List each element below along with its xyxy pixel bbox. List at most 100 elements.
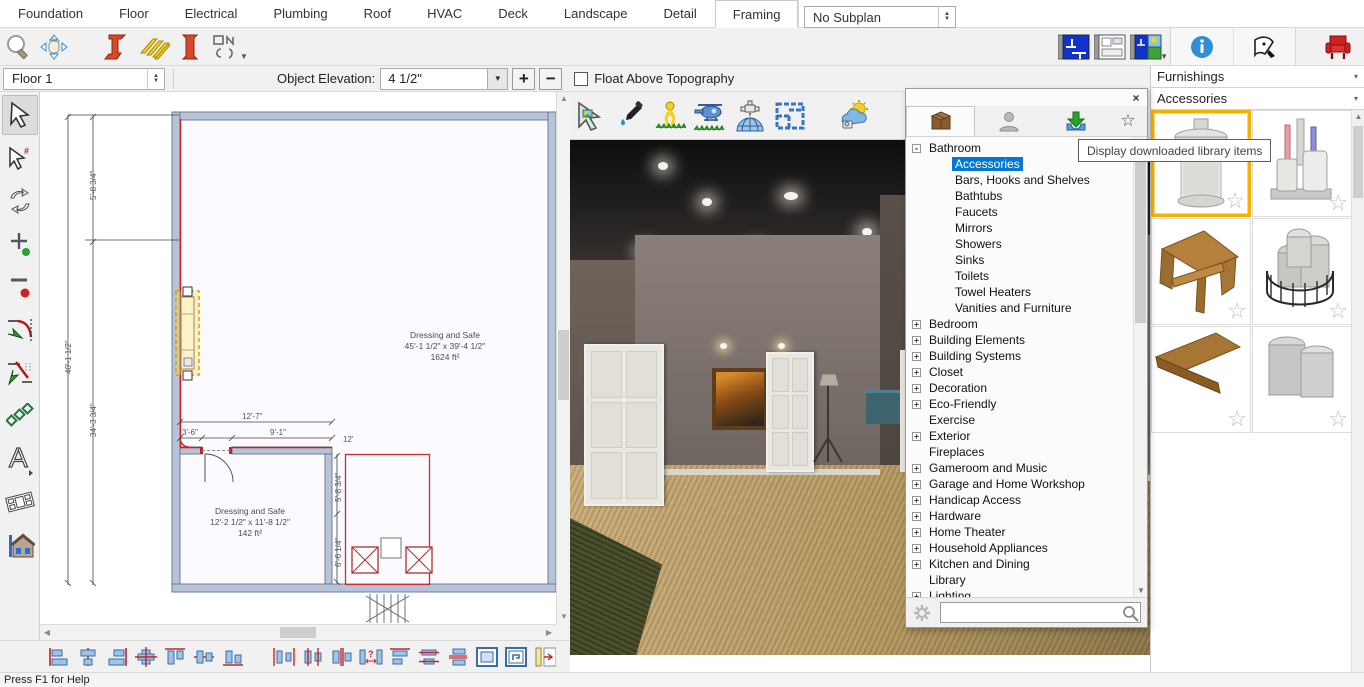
library-search-input[interactable]: [941, 604, 1120, 621]
library-tree-item[interactable]: + Home Theater: [910, 524, 1147, 540]
library-tree-item[interactable]: + Bedroom: [910, 316, 1147, 332]
library-tree-item[interactable]: + Lighting: [910, 588, 1147, 597]
floor-plan-view[interactable]: 40'-1 1/2" 5'-8 3/4" 34'-3 3/4" 12'-7" 3…: [40, 92, 556, 624]
menu-tab[interactable]: HVAC: [409, 0, 480, 27]
nested-box-frame-button[interactable]: [501, 644, 530, 670]
search-icon[interactable]: [1120, 604, 1140, 622]
align-bottom-edges-button[interactable]: [218, 644, 247, 670]
tree-expander-icon[interactable]: +: [912, 544, 921, 553]
break-line-button[interactable]: [2, 310, 38, 350]
library-tree-item[interactable]: + Gameroom and Music: [910, 460, 1147, 476]
tree-expander-icon[interactable]: +: [912, 560, 921, 569]
library-tree-item[interactable]: + Closet: [910, 364, 1147, 380]
align-right-edges-button[interactable]: [102, 644, 131, 670]
tree-expander-icon[interactable]: -: [912, 144, 921, 153]
library-tree-item[interactable]: + Hardware: [910, 508, 1147, 524]
space-centers-h-button[interactable]: [298, 644, 327, 670]
scroll-up-arrow[interactable]: ▲: [1352, 112, 1364, 121]
menu-tab[interactable]: Roof: [346, 0, 409, 27]
favorite-star-icon[interactable]: ☆: [1225, 188, 1245, 214]
tree-expander-icon[interactable]: +: [912, 512, 921, 521]
tab-downloaded-items[interactable]: [1042, 106, 1109, 136]
float-above-topography-checkbox[interactable]: [574, 72, 588, 86]
tree-expander-icon[interactable]: +: [912, 528, 921, 537]
tree-expander-icon[interactable]: +: [912, 480, 921, 489]
camera-elevation-button[interactable]: [2, 525, 38, 565]
library-tree-item[interactable]: Library: [910, 572, 1147, 588]
post-tool-button[interactable]: [172, 30, 208, 64]
tree-expander-icon[interactable]: +: [912, 496, 921, 505]
library-tree-item[interactable]: + Kitchen and Dining: [910, 556, 1147, 572]
library-tree-item[interactable]: Vanities and Furniture: [910, 300, 1147, 316]
floor-spinner[interactable]: ▲▼: [147, 69, 164, 89]
annotation-pen-button[interactable]: [1233, 29, 1295, 65]
tab-favorites[interactable]: ☆: [1109, 106, 1147, 136]
steel-beam-tool-button[interactable]: [100, 30, 136, 64]
align-left-edges-button[interactable]: [44, 644, 73, 670]
library-tree-item[interactable]: + Eco-Friendly: [910, 396, 1147, 412]
box-frame-button[interactable]: [472, 644, 501, 670]
library-tree-item[interactable]: + Building Systems: [910, 348, 1147, 364]
library-tree-item[interactable]: Faucets: [910, 204, 1147, 220]
tree-expander-icon[interactable]: +: [912, 592, 921, 598]
library-tree-item[interactable]: + Building Elements: [910, 332, 1147, 348]
match-spacing-query-button[interactable]: ?: [356, 644, 385, 670]
favorite-star-icon[interactable]: ☆: [1328, 190, 1348, 216]
align-both-centers-button[interactable]: [131, 644, 160, 670]
flyover-button[interactable]: [690, 94, 730, 138]
scroll-down-arrow[interactable]: ▼: [557, 610, 571, 624]
library-tree-item[interactable]: Towel Heaters: [910, 284, 1147, 300]
elevation-increase-button[interactable]: +: [512, 68, 535, 90]
perspective-view-button[interactable]: [1128, 30, 1164, 64]
subplan-select[interactable]: No Subplan ▲▼: [804, 6, 956, 28]
menu-tab[interactable]: Plumbing: [255, 0, 345, 27]
tab-core-catalogs[interactable]: [906, 106, 975, 136]
framing-shapes-tool-button[interactable]: [208, 30, 244, 64]
library-item-toothbrush-holder[interactable]: ☆: [1252, 110, 1352, 217]
orbit-camera-button[interactable]: [730, 94, 770, 138]
object-elevation-select[interactable]: 4 1/2" ▼: [380, 68, 508, 90]
framing-tools-dropdown[interactable]: ▼: [240, 52, 248, 61]
view-dropdown[interactable]: ▼: [1160, 52, 1168, 61]
plan-horizontal-scrollbar[interactable]: ◀ ▶: [40, 624, 556, 640]
zoom-tool-button[interactable]: [0, 30, 36, 64]
floor-select[interactable]: Floor 1 ▲▼: [3, 68, 165, 90]
category-header[interactable]: Furnishings ▾: [1151, 66, 1364, 88]
library-tree-scrollbar[interactable]: ▲ ▼: [1133, 137, 1147, 597]
library-item-metal-canisters[interactable]: ☆: [1252, 326, 1352, 433]
right-panel-scrollbar[interactable]: ▲: [1351, 110, 1364, 672]
subplan-spinner[interactable]: ▲▼: [938, 7, 955, 27]
joist-tool-button[interactable]: [136, 30, 172, 64]
stack-gaps-v-button[interactable]: [443, 644, 472, 670]
hscroll-thumb[interactable]: [280, 627, 316, 638]
complete-break-button[interactable]: [2, 353, 38, 393]
plan-overlay-button[interactable]: [770, 94, 810, 138]
tree-expander-icon[interactable]: +: [912, 368, 921, 377]
library-tree-item[interactable]: Exercise: [910, 412, 1147, 428]
align-top-edges-button[interactable]: [160, 644, 189, 670]
library-item-corner-table[interactable]: ☆: [1151, 218, 1251, 325]
text-tool-button[interactable]: A: [2, 439, 38, 479]
tree-expander-icon[interactable]: +: [912, 336, 921, 345]
library-tree-item[interactable]: Mirrors: [910, 220, 1147, 236]
walkthrough-button[interactable]: [2, 482, 38, 522]
stack-top-edges-button[interactable]: [385, 644, 414, 670]
menu-tab[interactable]: Electrical: [167, 0, 256, 27]
object-elevation-dropdown[interactable]: ▼: [487, 69, 507, 89]
furniture-library-button[interactable]: [1312, 30, 1364, 64]
vscroll-thumb[interactable]: [558, 330, 569, 400]
category-dropdown-icon[interactable]: ▾: [1354, 72, 1358, 81]
favorite-star-icon[interactable]: ☆: [1328, 406, 1348, 432]
favorite-star-icon[interactable]: ☆: [1328, 298, 1348, 324]
library-tree-item[interactable]: Sinks: [910, 252, 1147, 268]
elevation-decrease-button[interactable]: −: [539, 68, 562, 90]
library-tree-item[interactable]: + Garage and Home Workshop: [910, 476, 1147, 492]
walkthrough-3d-button[interactable]: [650, 94, 690, 138]
layout-view-button[interactable]: [1092, 30, 1128, 64]
eyedropper-button[interactable]: [610, 94, 650, 138]
scroll-right-arrow[interactable]: ▶: [542, 625, 556, 641]
favorite-star-icon[interactable]: ☆: [1227, 298, 1247, 324]
library-tree-item[interactable]: Toilets: [910, 268, 1147, 284]
info-button[interactable]: [1171, 29, 1233, 65]
connect-segments-button[interactable]: [2, 396, 38, 436]
